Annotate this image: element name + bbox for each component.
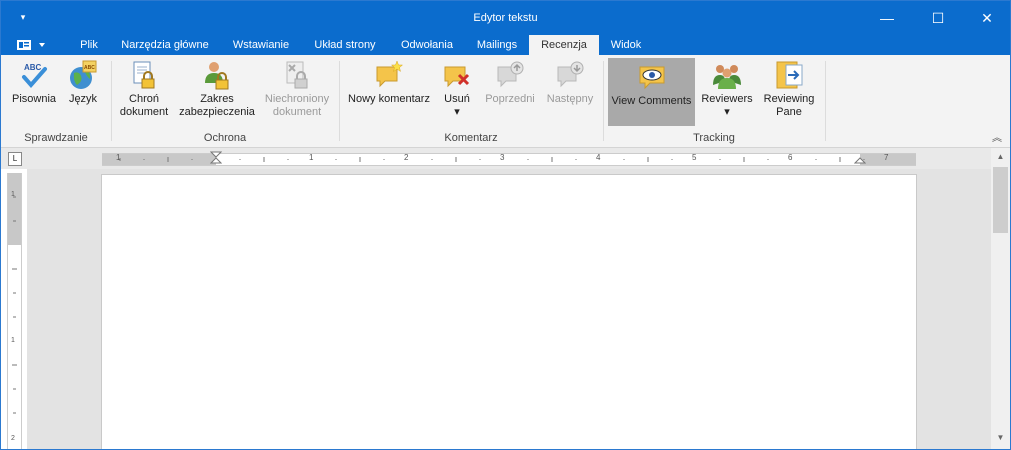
document-lock-icon — [133, 61, 155, 89]
language-button[interactable]: ABC Język — [63, 59, 103, 106]
vertical-ruler-ticks — [12, 196, 17, 414]
ruler-label: 7 — [884, 153, 889, 162]
spellcheck-icon: ABC — [22, 63, 47, 89]
delete-comment-button[interactable]: Usuń ▾ — [439, 59, 475, 119]
title-bar: ▾ Edytor tekstu — ☐ ✕ — [1, 1, 1010, 35]
group-separator — [339, 61, 340, 141]
vertical-ruler[interactable]: 1 1 2 — [7, 173, 22, 449]
language-label: Język — [68, 93, 98, 105]
next-comment-button[interactable]: Następny — [543, 59, 597, 106]
document-page[interactable] — [102, 175, 916, 449]
protect-label-line2: dokument — [119, 106, 169, 118]
group-label-ochrona: Ochrona — [203, 132, 247, 144]
ruler-label: 1 — [309, 153, 314, 162]
reviewers-dropdown-arrow[interactable]: ▾ — [724, 106, 730, 118]
protect-document-button[interactable]: Chroń dokument — [117, 59, 171, 119]
window-title: Edytor tekstu — [473, 12, 538, 24]
tab-recenzja[interactable]: Recenzja — [529, 35, 599, 55]
view-comments-label: View Comments — [611, 95, 692, 107]
scope-label-line2: zabezpieczenia — [179, 106, 255, 118]
document-unlock-icon — [286, 61, 308, 89]
tab-odwolania[interactable]: Odwołania — [392, 35, 462, 55]
vertical-ruler-label: 1 — [11, 191, 15, 198]
scroll-up-arrow-icon[interactable]: ▲ — [991, 150, 1010, 164]
vertical-scrollbar[interactable]: ▲ ▼ — [991, 148, 1010, 449]
group-separator — [111, 61, 112, 141]
group-label-komentarz: Komentarz — [444, 132, 498, 144]
scope-label-line1: Zakres — [200, 93, 234, 105]
ruler-label: 2 — [404, 153, 409, 162]
new-comment-label: Nowy komentarz — [348, 93, 430, 105]
maximize-button[interactable]: ☐ — [915, 1, 961, 35]
tab-narzedzia-glowne[interactable]: Narzędzia główne — [114, 35, 216, 55]
tab-selector-icon[interactable]: L — [8, 152, 22, 166]
delete-comment-label: Usuń — [444, 93, 470, 105]
tab-uklad-strony[interactable]: Układ strony — [306, 35, 384, 55]
ruler-label: 1 — [116, 153, 121, 162]
user-lock-icon — [205, 62, 229, 90]
new-comment-button[interactable]: Nowy komentarz — [345, 59, 433, 106]
unprotected-document-button[interactable]: Niechroniony dokument — [261, 59, 333, 119]
indent-marker-icon[interactable] — [210, 151, 222, 165]
file-menu-icon[interactable] — [15, 38, 55, 52]
next-comment-icon — [557, 61, 584, 88]
delete-dropdown-arrow[interactable]: ▾ — [454, 106, 460, 118]
globe-language-icon: ABC — [70, 60, 97, 89]
ruler-ticks — [119, 157, 865, 162]
new-comment-icon — [376, 60, 404, 88]
scrollbar-thumb[interactable] — [993, 167, 1008, 233]
group-separator — [825, 61, 826, 141]
ribbon: ABC Pisownia ABC Język Sprawdzanie Chroń… — [1, 55, 1010, 148]
ruler-label: 6 — [788, 153, 793, 162]
ribbon-tabs: Plik Narzędzia główne Wstawianie Układ s… — [1, 35, 1010, 55]
right-indent-marker-icon[interactable] — [854, 156, 866, 164]
previous-comment-label: Poprzedni — [485, 93, 535, 105]
unprotected-label-line1: Niechroniony — [264, 93, 330, 105]
protection-scope-button[interactable]: Zakres zabezpieczenia — [179, 59, 255, 119]
ruler-label: 4 — [596, 153, 601, 162]
reviewers-button[interactable]: Reviewers ▾ — [699, 59, 755, 119]
vertical-ruler-label: 1 — [11, 337, 15, 344]
previous-comment-button[interactable]: Poprzedni — [483, 59, 537, 106]
close-button[interactable]: ✕ — [964, 1, 1010, 35]
unprotected-label-line2: dokument — [272, 106, 322, 118]
tab-wstawianie[interactable]: Wstawianie — [226, 35, 296, 55]
scroll-down-arrow-icon[interactable]: ▼ — [991, 431, 1010, 445]
document-menu-icon — [17, 40, 45, 50]
group-separator — [603, 61, 604, 141]
document-canvas — [27, 169, 991, 449]
view-comments-icon — [639, 66, 664, 90]
vertical-ruler-label: 2 — [11, 435, 15, 442]
reviewing-pane-button[interactable]: Reviewing Pane — [761, 59, 817, 119]
reviewers-label: Reviewers — [701, 93, 753, 105]
ruler-label: 5 — [692, 153, 697, 162]
group-label-sprawdzanie: Sprawdzanie — [24, 132, 88, 144]
spelling-label: Pisownia — [11, 93, 57, 105]
horizontal-ruler[interactable]: 1 1 2 3 4 5 6 7 — [102, 151, 916, 166]
view-comments-button[interactable]: View Comments — [608, 58, 695, 126]
tab-mailings[interactable]: Mailings — [470, 35, 524, 55]
delete-comment-icon — [444, 66, 470, 88]
app-window: ▾ Edytor tekstu — ☐ ✕ Plik Narzędzia głó… — [0, 0, 1011, 450]
next-comment-label: Następny — [546, 93, 594, 105]
collapse-ribbon-icon[interactable]: ︽ — [992, 129, 1002, 144]
svg-text:ABC: ABC — [84, 65, 95, 71]
tab-plik[interactable]: Plik — [74, 35, 104, 55]
reviewing-pane-icon — [776, 61, 803, 89]
spelling-button[interactable]: ABC Pisownia — [9, 59, 59, 106]
svg-text:ABC: ABC — [24, 63, 42, 72]
group-label-tracking: Tracking — [693, 132, 735, 144]
reviewing-pane-label-line1: Reviewing — [763, 93, 815, 105]
previous-comment-icon — [497, 61, 524, 88]
tab-widok[interactable]: Widok — [603, 35, 649, 55]
reviewing-pane-label-line2: Pane — [776, 106, 802, 118]
ruler-label: 3 — [500, 153, 505, 162]
minimize-button[interactable]: — — [864, 1, 910, 35]
ruler-bar: L 1 1 2 3 4 5 6 7 — [1, 148, 1010, 169]
reviewers-icon — [713, 65, 741, 89]
protect-label-line1: Chroń — [129, 93, 159, 105]
